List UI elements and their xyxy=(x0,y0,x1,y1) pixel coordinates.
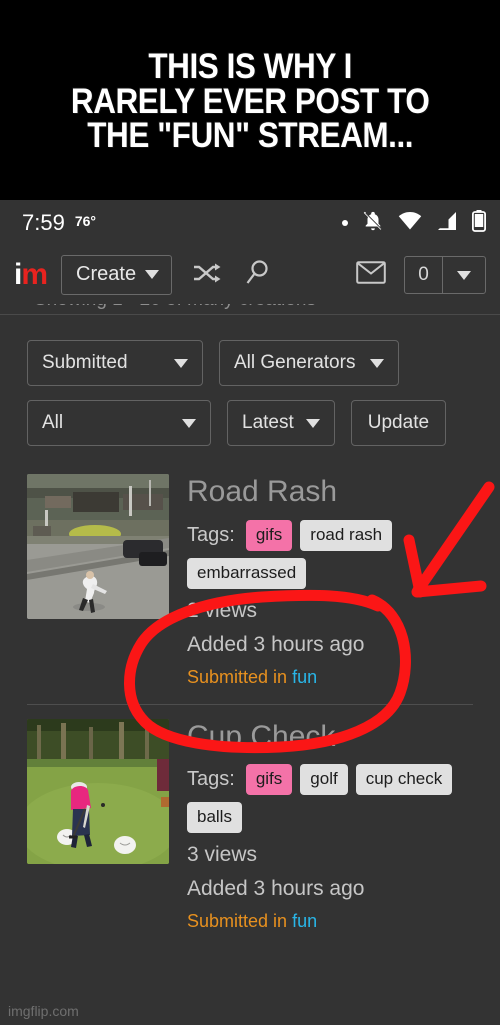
results-count-row: Showing 1 - 20 of many creations xyxy=(0,304,500,326)
status-clock: 7:59 xyxy=(22,210,65,235)
counter-value: 0 xyxy=(405,257,443,293)
search-button[interactable] xyxy=(244,259,271,291)
item-title[interactable]: Cup Check xyxy=(187,720,473,753)
item-tags: Tags: gifs road rash embarrassed xyxy=(187,519,473,589)
generators-filter-label: All Generators xyxy=(234,352,356,373)
item-added: Added 3 hours ago xyxy=(187,632,365,656)
chevron-down-icon xyxy=(370,358,384,368)
chevron-down-icon xyxy=(305,418,320,428)
results-count-text: Showing 1 - 20 of many creations xyxy=(34,304,316,311)
status-bar: 7:59 76° xyxy=(0,200,500,246)
tag-pill[interactable]: gifs xyxy=(245,764,293,795)
tags-label: Tags: xyxy=(187,768,235,790)
list-item[interactable]: Road Rash Tags: gifs road rash embarrass… xyxy=(27,460,473,700)
shuffle-button[interactable] xyxy=(192,261,224,290)
header-divider xyxy=(0,314,500,315)
item-submitted: Submitted in fun xyxy=(187,911,473,932)
submitted-prefix: Submitted in xyxy=(187,911,288,931)
update-button-label: Update xyxy=(367,412,430,433)
battery-icon xyxy=(471,209,486,237)
street-scene-image xyxy=(27,474,169,619)
filter-row-2: All Latest Update xyxy=(27,400,473,446)
item-added: Added 3 hours ago xyxy=(187,877,365,900)
all-filter[interactable]: All xyxy=(27,400,211,446)
filter-bar: Submitted All Generators All Latest Upda… xyxy=(0,326,500,446)
item-meta: Cup Check Tags: gifs golf cup check ball… xyxy=(187,719,473,933)
create-button-label: Create xyxy=(76,263,137,285)
item-submitted: Submitted in fun xyxy=(187,667,473,688)
chevron-down-icon xyxy=(145,270,160,279)
logo-letter-i: i xyxy=(14,258,22,291)
wifi-icon xyxy=(398,211,422,236)
generators-filter[interactable]: All Generators xyxy=(219,340,399,386)
create-button[interactable]: Create xyxy=(61,255,173,295)
logo-letter-m: m xyxy=(21,258,48,291)
sort-filter[interactable]: Latest xyxy=(227,400,335,446)
creations-list: Road Rash Tags: gifs road rash embarrass… xyxy=(0,460,500,944)
sort-filter-label: Latest xyxy=(242,412,294,433)
tag-pill[interactable]: cup check xyxy=(355,764,453,795)
tag-pill[interactable]: road rash xyxy=(300,519,393,551)
item-title[interactable]: Road Rash xyxy=(187,476,473,508)
golf-course-image xyxy=(27,718,169,864)
submitted-prefix: Submitted in xyxy=(187,666,288,687)
item-meta: Road Rash Tags: gifs road rash embarrass… xyxy=(187,474,473,688)
stream-link[interactable]: fun xyxy=(292,667,317,687)
meme-caption-text: THIS IS WHY I RARELY EVER POST TO THE "F… xyxy=(70,47,430,156)
tag-pill[interactable]: balls xyxy=(187,802,242,833)
status-temperature: 76° xyxy=(74,213,96,229)
notification-counter[interactable]: 0 xyxy=(404,256,486,294)
chevron-down-icon xyxy=(457,270,471,280)
submitted-filter-label: Submitted xyxy=(42,352,128,373)
submitted-filter[interactable]: Submitted xyxy=(27,340,203,386)
chevron-down-icon xyxy=(182,418,196,428)
all-filter-label: All xyxy=(42,412,64,433)
imgflip-logo[interactable]: im xyxy=(14,258,48,291)
thumbnail-road-rash[interactable] xyxy=(27,474,169,619)
update-button[interactable]: Update xyxy=(350,400,447,446)
imgflip-watermark: imgflip.com xyxy=(8,1003,79,1019)
chevron-down-icon xyxy=(174,358,188,368)
list-item[interactable]: Cup Check Tags: gifs golf cup check ball… xyxy=(27,705,473,945)
dot-icon xyxy=(342,220,348,226)
mail-button[interactable] xyxy=(356,261,386,289)
item-tags: Tags: gifs golf cup check balls xyxy=(187,764,473,833)
app-header: im Create 0 xyxy=(0,246,500,304)
thumbnail-cup-check[interactable] xyxy=(27,718,169,864)
cell-signal-icon xyxy=(436,211,458,236)
filter-row-1: Submitted All Generators xyxy=(27,340,473,386)
meme-caption-banner: THIS IS WHY I RARELY EVER POST TO THE "F… xyxy=(0,0,500,200)
search-icon xyxy=(244,259,271,291)
phone-screenshot: 7:59 76° i m Create 0 Submitted All Gene… xyxy=(0,200,500,1025)
tag-pill[interactable]: gifs xyxy=(245,519,293,551)
item-views: 3 views xyxy=(187,843,258,866)
tag-pill[interactable]: golf xyxy=(300,764,348,795)
tags-label: Tags: xyxy=(187,523,235,546)
item-views: 2 views xyxy=(187,598,258,622)
stream-link[interactable]: fun xyxy=(292,911,317,931)
mail-icon xyxy=(356,261,386,288)
tag-pill[interactable]: embarrassed xyxy=(187,557,307,589)
bell-muted-icon xyxy=(362,210,384,237)
counter-dropdown-button[interactable] xyxy=(443,257,485,293)
shuffle-icon xyxy=(192,261,224,290)
